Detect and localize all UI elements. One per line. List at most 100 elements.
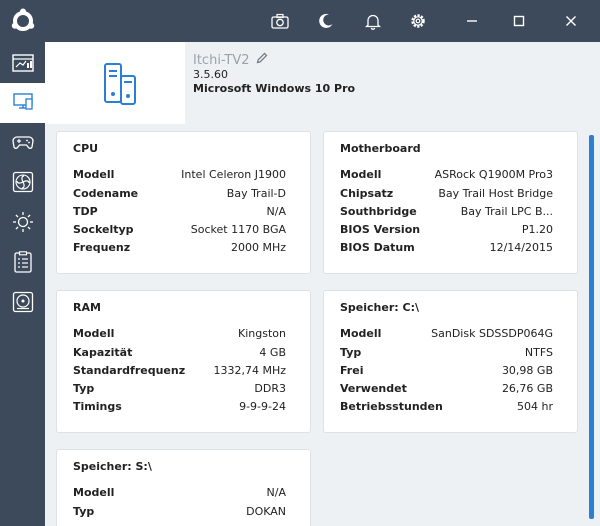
sidebar-item-display[interactable]: [0, 204, 45, 244]
row-key: Betriebsstunden: [340, 400, 443, 413]
row-key: Kapazität: [73, 346, 133, 359]
row-value: 504 hr: [517, 400, 553, 413]
device-version: 3.5.60: [193, 68, 228, 81]
sidebar-item-gaming[interactable]: [0, 124, 45, 164]
row-key: Sockeltyp: [73, 223, 134, 236]
list-item: BIOS Datum 12/14/2015: [340, 241, 561, 259]
storage-s-card: Speicher: S:\ Modell N/A Typ DOKAN: [56, 449, 311, 526]
motherboard-card: Motherboard Modell ASRock Q1900M Pro3 Chi…: [323, 131, 578, 274]
row-value: 12/14/2015: [489, 241, 553, 254]
row-key: Standardfrequenz: [73, 364, 186, 377]
list-item: Southbridge Bay Trail LPC B...: [340, 205, 561, 223]
row-key: Modell: [73, 327, 115, 340]
row-value: 9-9-9-24: [239, 400, 286, 413]
row-value: SanDisk SDSSDP064G: [431, 327, 553, 340]
row-value: N/A: [266, 205, 286, 218]
row-key: Frequenz: [73, 241, 131, 254]
row-value: N/A: [266, 486, 286, 499]
camera-icon[interactable]: [269, 10, 291, 32]
list-item: Timings 9-9-9-24: [73, 400, 294, 418]
row-value: 30,98 GB: [501, 364, 553, 377]
row-key: Modell: [73, 168, 115, 181]
list-item: Modell N/A: [73, 486, 294, 504]
list-item: Sockeltyp Socket 1170 BGA: [73, 223, 294, 241]
row-key: Modell: [340, 168, 382, 181]
card-title: Speicher: C:\: [340, 301, 419, 314]
cpu-card: CPU Modell Intel Celeron J1900 Codename Ba…: [56, 131, 311, 274]
title-bar: [0, 0, 600, 42]
checklist-icon: [13, 251, 33, 277]
bell-icon[interactable]: [362, 10, 384, 32]
row-value: Bay Trail Host Bridge: [438, 187, 553, 200]
brightness-icon: [12, 211, 34, 237]
row-value: NTFS: [524, 346, 553, 359]
row-key: Chipsatz: [340, 187, 394, 200]
row-key: Codename: [73, 187, 139, 200]
list-item: Typ NTFS: [340, 346, 561, 364]
row-key: Frei: [340, 364, 364, 377]
card-title: RAM: [73, 301, 101, 314]
sidebar-item-dashboard[interactable]: [0, 44, 45, 84]
row-key: Timings: [73, 400, 122, 413]
sidebar-item-cooling[interactable]: [0, 164, 45, 204]
row-key: TDP: [73, 205, 98, 218]
computer-icon: [12, 91, 34, 115]
row-value: DOKAN: [246, 505, 286, 518]
row-value: P1.20: [521, 223, 553, 236]
list-item: Chipsatz Bay Trail Host Bridge: [340, 187, 561, 205]
card-title: Speicher: S:\: [73, 460, 152, 473]
app-logo-icon[interactable]: [10, 8, 36, 34]
device-name: Itchi-TV2: [193, 52, 250, 68]
list-item: Modell Intel Celeron J1900: [73, 168, 294, 186]
sidebar-item-storage[interactable]: [0, 284, 45, 324]
sidebar-item-tasks[interactable]: [0, 244, 45, 284]
row-key: Modell: [73, 486, 115, 499]
row-value: ASRock Q1900M Pro3: [434, 168, 553, 181]
row-value: DDR3: [254, 382, 286, 395]
row-value: Intel Celeron J1900: [181, 168, 286, 181]
list-item: Standardfrequenz 1332,74 MHz: [73, 364, 294, 382]
list-item: Kapazität 4 GB: [73, 346, 294, 364]
close-icon[interactable]: [560, 10, 582, 32]
list-item: Modell Kingston: [73, 327, 294, 345]
row-key: Southbridge: [340, 205, 417, 218]
gamepad-icon: [11, 134, 34, 154]
row-value: 1332,74 MHz: [213, 364, 286, 377]
row-value: Bay Trail LPC B...: [460, 205, 553, 218]
row-value: Bay Trail-D: [226, 187, 286, 200]
list-item: Modell ASRock Q1900M Pro3: [340, 168, 561, 186]
pencil-icon[interactable]: [256, 52, 268, 68]
row-value: Socket 1170 BGA: [190, 223, 286, 236]
row-key: Typ: [73, 505, 95, 518]
list-item: TDP N/A: [73, 205, 294, 223]
scrollbar-thumb[interactable]: [589, 135, 594, 519]
device-os: Microsoft Windows 10 Pro: [193, 82, 356, 95]
list-item: Verwendet 26,76 GB: [340, 382, 561, 400]
maximize-icon[interactable]: [508, 10, 530, 32]
minimize-icon[interactable]: [461, 10, 483, 32]
storage-c-card: Speicher: C:\ Modell SanDisk SDSSDP064G T…: [323, 290, 578, 433]
gear-icon[interactable]: [407, 10, 429, 32]
list-item: BIOS Version P1.20: [340, 223, 561, 241]
dashboard-icon: [11, 52, 34, 76]
pc-tower-icon: [103, 62, 137, 110]
row-key: Modell: [340, 327, 382, 340]
row-value: 26,76 GB: [501, 382, 553, 395]
row-key: BIOS Datum: [340, 241, 415, 254]
ram-card: RAM Modell Kingston Kapazität 4 GB Standar…: [56, 290, 311, 433]
list-item: Modell SanDisk SDSSDP064G: [340, 327, 561, 345]
list-item: Codename Bay Trail-D: [73, 187, 294, 205]
moon-icon[interactable]: [315, 10, 337, 32]
row-value: 4 GB: [259, 346, 286, 359]
device-name-row: Itchi-TV2: [193, 52, 268, 68]
list-item: Betriebsstunden 504 hr: [340, 400, 561, 418]
row-value: Kingston: [238, 327, 286, 340]
sidebar: [0, 42, 45, 526]
row-key: Typ: [340, 346, 362, 359]
sidebar-item-computer[interactable]: [0, 83, 45, 123]
fan-icon: [12, 171, 34, 197]
list-item: Frei 30,98 GB: [340, 364, 561, 382]
row-key: Verwendet: [340, 382, 407, 395]
list-item: Typ DDR3: [73, 382, 294, 400]
card-title: Motherboard: [340, 142, 421, 155]
